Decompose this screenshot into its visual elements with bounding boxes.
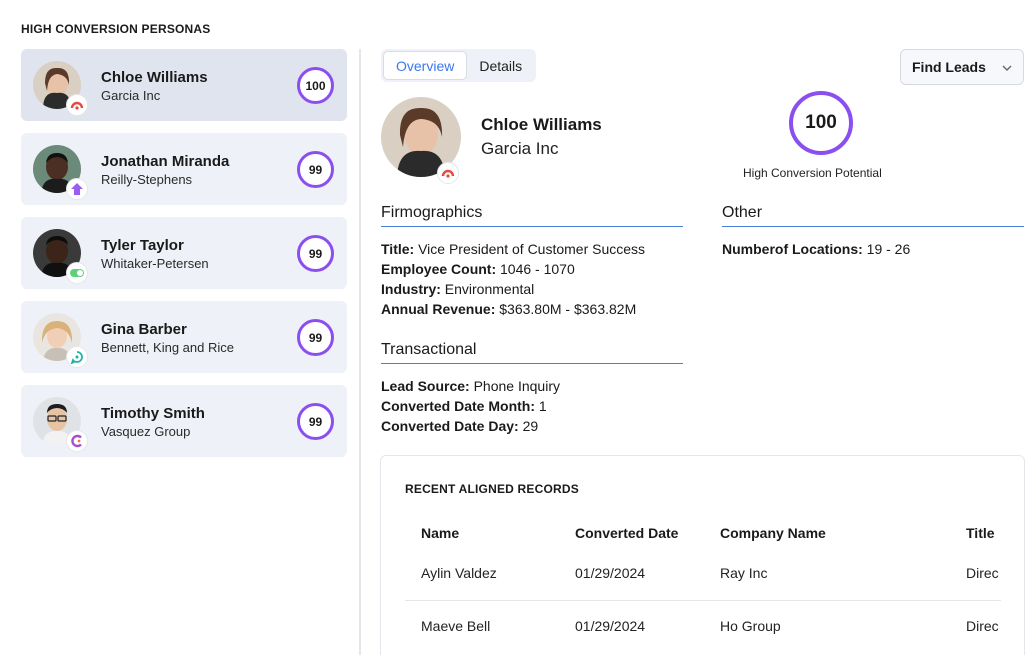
- persona-score: 99: [297, 403, 334, 440]
- tab-details[interactable]: Details: [467, 51, 534, 80]
- records-table: Name Converted Date Company Name Title A…: [405, 518, 1001, 654]
- persona-company: Vasquez Group: [101, 424, 191, 439]
- purple-c-icon: [66, 430, 88, 452]
- records-title: RECENT ALIGNED RECORDS: [405, 482, 579, 496]
- persona-score: 100: [297, 67, 334, 104]
- persona-card-gina-barber[interactable]: Gina Barber Bennett, King and Rice 99: [21, 301, 347, 373]
- detail-name: Chloe Williams: [481, 115, 602, 134]
- recent-records-card: RECENT ALIGNED RECORDS Name Converted Da…: [380, 455, 1025, 655]
- table-row[interactable]: Maeve Bell 01/29/2024 Ho Group Direc: [405, 601, 1001, 654]
- persona-name: Gina Barber: [101, 321, 187, 338]
- firmographics-heading: Firmographics: [381, 204, 683, 227]
- field-converted-day: Converted Date Day: 29: [381, 418, 539, 434]
- persona-card-jonathan-miranda[interactable]: Jonathan Miranda Reilly-Stephens 99: [21, 133, 347, 205]
- field-locations: Numberof Locations: 19 - 26: [722, 241, 911, 257]
- cell-title: Direc: [966, 618, 999, 634]
- field-lead-source: Lead Source: Phone Inquiry: [381, 378, 560, 394]
- persona-list: Chloe Williams Garcia Inc 100 Jonathan M…: [21, 49, 347, 469]
- field-title: Title: Vice President of Customer Succes…: [381, 241, 646, 257]
- cell-name: Maeve Bell: [421, 618, 491, 634]
- cell-company-name: Ray Inc: [720, 565, 768, 581]
- green-toggle-icon: [66, 262, 88, 284]
- column-header-name[interactable]: Name: [421, 525, 459, 541]
- cell-converted-date: 01/29/2024: [575, 618, 646, 634]
- column-header-converted-date[interactable]: Converted Date: [575, 525, 678, 541]
- field-employee-count: Employee Count: 1046 - 1070: [381, 261, 575, 277]
- conversion-score-label: High Conversion Potential: [743, 166, 882, 180]
- other-heading: Other: [722, 204, 1024, 227]
- persona-score: 99: [297, 235, 334, 272]
- section-title: HIGH CONVERSION PERSONAS: [21, 22, 211, 36]
- detail-company: Garcia Inc: [481, 139, 559, 158]
- crm-arc-icon: [66, 94, 88, 116]
- crm-arc-icon: [437, 162, 459, 184]
- tab-overview[interactable]: Overview: [383, 51, 468, 80]
- teal-chat-icon: [66, 346, 88, 368]
- persona-name: Chloe Williams: [101, 69, 208, 86]
- table-row[interactable]: Aylin Valdez 01/29/2024 Ray Inc Direc: [405, 548, 1001, 601]
- table-header: Name Converted Date Company Name Title: [405, 518, 1001, 548]
- transactional-heading: Transactional: [381, 341, 683, 364]
- find-leads-label: Find Leads: [912, 59, 986, 75]
- persona-company: Reilly-Stephens: [101, 172, 193, 187]
- persona-company: Bennett, King and Rice: [101, 340, 234, 355]
- cell-company-name: Ho Group: [720, 618, 781, 634]
- panel-divider: [359, 49, 361, 655]
- persona-score: 99: [297, 319, 334, 356]
- persona-card-chloe-williams[interactable]: Chloe Williams Garcia Inc 100: [21, 49, 347, 121]
- cell-converted-date: 01/29/2024: [575, 565, 646, 581]
- field-converted-month: Converted Date Month: 1: [381, 398, 547, 414]
- find-leads-dropdown[interactable]: Find Leads: [900, 49, 1024, 85]
- persona-card-timothy-smith[interactable]: Timothy Smith Vasquez Group 99: [21, 385, 347, 457]
- tab-bar: Overview Details: [381, 49, 537, 82]
- persona-card-tyler-taylor[interactable]: Tyler Taylor Whitaker-Petersen 99: [21, 217, 347, 289]
- persona-score: 99: [297, 151, 334, 188]
- persona-name: Jonathan Miranda: [101, 153, 230, 170]
- chevron-down-icon: [1001, 61, 1013, 77]
- cell-title: Direc: [966, 565, 999, 581]
- column-header-company-name[interactable]: Company Name: [720, 525, 826, 541]
- purple-house-icon: [66, 178, 88, 200]
- column-header-title[interactable]: Title: [966, 525, 995, 541]
- field-annual-revenue: Annual Revenue: $363.80M - $363.82M: [381, 301, 637, 317]
- cell-name: Aylin Valdez: [421, 565, 497, 581]
- field-industry: Industry: Environmental: [381, 281, 535, 297]
- persona-name: Timothy Smith: [101, 405, 205, 422]
- persona-company: Whitaker-Petersen: [101, 256, 209, 271]
- conversion-score: 100: [789, 91, 853, 155]
- persona-company: Garcia Inc: [101, 88, 161, 103]
- persona-name: Tyler Taylor: [101, 237, 184, 254]
